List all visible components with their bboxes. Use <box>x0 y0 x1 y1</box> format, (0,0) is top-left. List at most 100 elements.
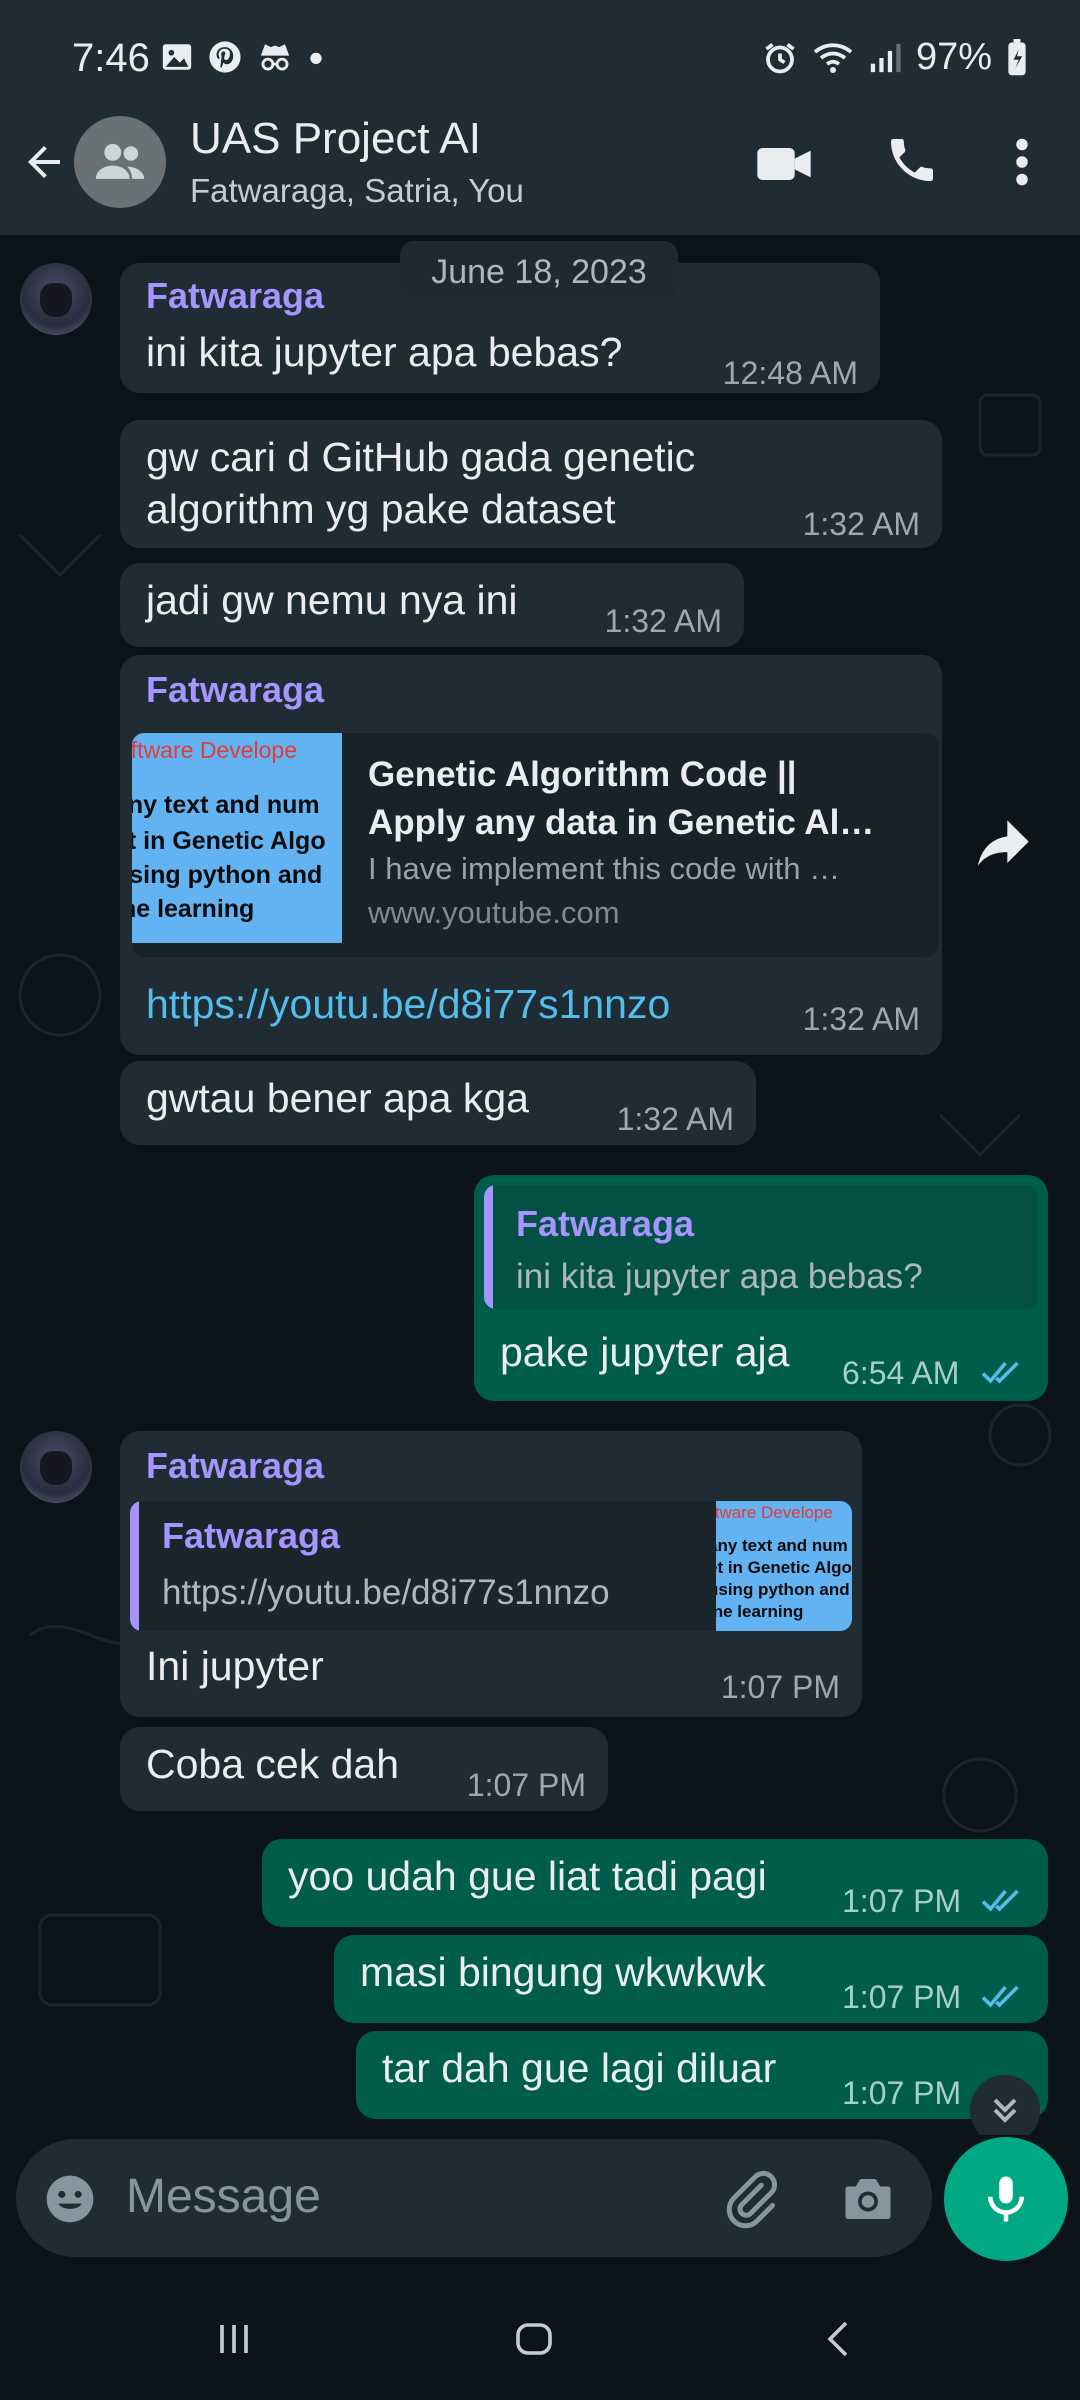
message-bubble[interactable]: gw cari d GitHub gada genetic algorithm … <box>120 420 942 548</box>
more-vertical-icon <box>1016 138 1028 186</box>
message-text: ini kita jupyter apa bebas? <box>146 329 623 375</box>
quoted-sender: Fatwaraga <box>162 1515 341 1556</box>
camera-button[interactable] <box>838 2169 898 2234</box>
message-time: 12:48 AM <box>722 355 858 391</box>
read-ticks-icon <box>981 1985 1019 2008</box>
chat-title[interactable]: UAS Project AI <box>190 114 481 164</box>
message-text: gwtau bener apa kga <box>146 1075 529 1121</box>
message-text: yoo udah gue liat tadi pagi <box>288 1853 767 1899</box>
voice-call-button[interactable] <box>884 132 940 193</box>
thumbnail-text: any text and num <box>132 791 320 819</box>
thumbnail-text: using python and <box>716 1580 850 1599</box>
link-description: I have implement this code with … <box>368 851 841 886</box>
link-title-line: Genetic Algorithm Code || <box>368 755 797 794</box>
link-url[interactable]: https://youtu.be/d8i77s1nnzo <box>146 981 670 1028</box>
phone-icon <box>891 139 933 181</box>
gallery-icon <box>162 44 192 70</box>
quoted-text: ini kita jupyter apa bebas? <box>516 1257 923 1296</box>
back-nav-button[interactable] <box>816 2315 864 2368</box>
link-title-line: Apply any data in Genetic Al… <box>368 803 875 842</box>
video-camera-icon <box>757 148 811 180</box>
wifi-icon <box>813 42 853 73</box>
message-bubble[interactable]: jadi gw nemu nya ini 1:32 AM <box>120 563 744 647</box>
thumbnail-text: et in Genetic Algo <box>716 1558 852 1577</box>
outgoing-message-bubble[interactable]: masi bingung wkwkwk 1:07 PM <box>334 1935 1048 2023</box>
message-time: 1:07 PM <box>720 1669 840 1705</box>
group-avatar[interactable] <box>74 116 166 208</box>
link-title: Genetic Algorithm Code || Apply any data… <box>368 751 928 847</box>
system-navigation-bar <box>0 2285 1080 2400</box>
composer: Message <box>0 2135 1080 2285</box>
alarm-icon <box>765 42 795 73</box>
sender-avatar[interactable] <box>20 263 92 335</box>
forward-button[interactable] <box>970 815 1034 879</box>
quoted-message[interactable]: Fatwaraga ini kita jupyter apa bebas? <box>484 1185 1038 1309</box>
quote-bar <box>484 1185 493 1309</box>
chat-participants[interactable]: Fatwaraga, Satria, You <box>190 172 524 210</box>
message-time: 1:32 AM <box>616 1101 734 1137</box>
quoted-thumbnail: ftware Develope any text and num et in G… <box>716 1501 852 1631</box>
status-bar: 7:46 97% <box>0 0 1080 120</box>
message-text: masi bingung wkwkwk <box>360 1949 766 1995</box>
message-input[interactable]: Message <box>16 2139 932 2257</box>
more-options-button[interactable] <box>1002 132 1042 197</box>
outgoing-message-bubble[interactable]: tar dah gue lagi diluar 1:07 PM <box>356 2031 1048 2119</box>
thumbnail-text: et in Genetic Algo <box>132 827 326 855</box>
battery-icon <box>1008 38 1026 75</box>
recent-apps-icon <box>220 2325 248 2353</box>
system-icons: 97% <box>762 36 1028 79</box>
message-text-line: gw cari d GitHub gada genetic <box>146 434 696 480</box>
double-chevron-down-icon <box>993 2098 1017 2123</box>
thumbnail-text: any text and num <box>716 1536 848 1555</box>
incognito-icon <box>260 44 290 71</box>
message-time: 1:32 AM <box>802 506 920 542</box>
battery-percent: 97% <box>915 36 992 78</box>
attach-button[interactable] <box>720 2169 780 2234</box>
video-call-button[interactable] <box>752 132 816 201</box>
message-time: 1:32 AM <box>802 1001 920 1037</box>
quoted-message[interactable]: Fatwaraga https://youtu.be/d8i77s1nnzo f… <box>130 1501 852 1631</box>
chat-header: UAS Project AI Fatwaraga, Satria, You <box>0 110 1080 235</box>
sender-name[interactable]: Fatwaraga <box>146 1445 324 1487</box>
message-time: 1:07 PM <box>842 1979 962 2015</box>
paperclip-icon <box>726 2170 778 2229</box>
message-time: 1:07 PM <box>466 1767 586 1803</box>
sender-name[interactable]: Fatwaraga <box>146 275 324 317</box>
link-domain: www.youtube.com <box>368 895 620 930</box>
pinterest-icon <box>209 41 241 73</box>
thumbnail-text: ine learning <box>716 1602 804 1621</box>
dot-icon <box>310 52 322 65</box>
message-text: Coba cek dah <box>146 1741 400 1787</box>
group-icon <box>95 143 145 179</box>
status-time: 7:46 <box>72 36 150 80</box>
back-button[interactable] <box>20 138 68 191</box>
thumbnail-text: ine learning <box>132 895 255 923</box>
back-arrow-icon <box>28 146 60 178</box>
outgoing-message-bubble[interactable]: yoo udah gue liat tadi pagi 1:07 PM <box>262 1839 1048 1927</box>
message-bubble[interactable]: Coba cek dah 1:07 PM <box>120 1727 608 1811</box>
message-list[interactable]: Fatwaraga ini kita jupyter apa bebas? 12… <box>0 235 1080 2135</box>
emoji-icon <box>46 2175 94 2223</box>
link-preview-card[interactable]: oftware Develope any text and num et in … <box>132 733 938 957</box>
recent-apps-button[interactable] <box>210 2315 258 2368</box>
link-message-bubble[interactable]: Fatwaraga oftware Develope any text and … <box>120 655 942 1055</box>
read-ticks-icon <box>981 1361 1019 1384</box>
message-bubble[interactable]: Fatwaraga Fatwaraga https://youtu.be/d8i… <box>120 1431 862 1717</box>
sender-name[interactable]: Fatwaraga <box>146 669 324 711</box>
message-time: 6:54 AM <box>842 1355 960 1391</box>
date-chip: June 18, 2023 <box>400 241 678 303</box>
message-bubble[interactable]: gwtau bener apa kga 1:32 AM <box>120 1061 756 1145</box>
message-text: tar dah gue lagi diluar <box>382 2045 777 2091</box>
sender-avatar[interactable] <box>20 1431 92 1503</box>
camera-icon <box>845 2179 891 2219</box>
message-text: pake jupyter aja <box>500 1329 790 1375</box>
outgoing-message-bubble[interactable]: Fatwaraga ini kita jupyter apa bebas? pa… <box>474 1175 1048 1401</box>
quoted-sender: Fatwaraga <box>516 1203 695 1244</box>
home-button[interactable] <box>510 2315 558 2368</box>
emoji-button[interactable] <box>42 2171 98 2232</box>
voice-message-button[interactable] <box>944 2137 1068 2261</box>
notification-icons <box>160 40 324 74</box>
link-thumbnail[interactable]: oftware Develope any text and num et in … <box>132 733 342 943</box>
thumbnail-text: oftware Develope <box>132 737 297 763</box>
read-ticks-icon <box>981 1889 1019 1912</box>
